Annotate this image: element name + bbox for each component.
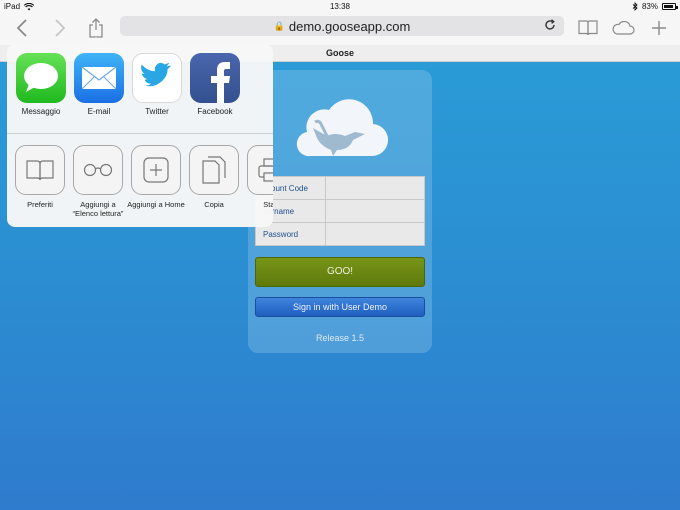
chevron-right-icon [55, 19, 66, 37]
cloud-icon [612, 21, 635, 35]
share-action-label: Aggiungi a Home [127, 200, 185, 209]
share-action-bookmark[interactable]: Preferiti [9, 145, 71, 210]
address-bar[interactable]: 🔒 demo.gooseapp.com [120, 16, 564, 36]
status-bar: iPad 13:38 83% [0, 0, 680, 13]
back-button[interactable] [10, 16, 34, 40]
status-time: 13:38 [329, 2, 351, 11]
tab-title: Goose [325, 48, 354, 58]
print-icon [258, 158, 273, 182]
share-action-label: Copia [204, 200, 224, 209]
act-icon-box [189, 145, 239, 195]
bookmarks-button[interactable] [576, 16, 600, 40]
share-app-label: Twitter [145, 107, 169, 116]
share-action-label: Preferiti [27, 200, 53, 209]
plus-square-icon [143, 157, 169, 183]
password-row: Password [256, 223, 424, 246]
twitter-icon [132, 53, 182, 103]
act-icon-box [247, 145, 273, 195]
password-input[interactable] [325, 223, 426, 246]
password-label: Password [263, 230, 299, 239]
copy-icon [202, 156, 226, 184]
share-action-reading-list[interactable]: Aggiungi a “Elenco lettura” [67, 145, 129, 218]
share-apps-row: Messaggio E-mail Twitter Facebook [7, 44, 273, 134]
share-app-twitter[interactable]: Twitter [128, 53, 186, 116]
share-actions-row: Preferiti Aggiungi a “Elenco lettura” Ag… [7, 135, 273, 227]
account-code-input[interactable] [325, 177, 426, 199]
share-app-mail[interactable]: E-mail [70, 53, 128, 116]
url-text: demo.gooseapp.com [288, 18, 411, 34]
mail-icon [74, 53, 124, 103]
messages-icon [16, 53, 66, 103]
share-action-print[interactable]: Stam [241, 145, 273, 210]
login-panel: ccount Code sername Password GOO! Sign i… [248, 70, 432, 353]
goose-cloud-logo [296, 99, 388, 157]
share-action-label: Stam [263, 200, 273, 209]
lock-icon: 🔒 [273, 20, 285, 31]
bluetooth-icon [632, 2, 638, 11]
share-app-messages[interactable]: Messaggio [12, 53, 70, 116]
act-icon-box [131, 145, 181, 195]
login-form: ccount Code sername Password [255, 176, 425, 246]
share-action-copy[interactable]: Copia [183, 145, 245, 210]
reload-icon [545, 19, 555, 30]
share-icon [89, 18, 103, 38]
release-label: Release 1.5 [315, 333, 365, 343]
reload-button[interactable] [544, 19, 556, 34]
battery-percent: 83% [641, 2, 658, 11]
username-row: sername [256, 200, 424, 223]
book-icon [578, 20, 598, 36]
share-sheet: Messaggio E-mail Twitter Facebook Prefer… [7, 44, 273, 227]
username-input[interactable] [325, 200, 426, 222]
sign-in-demo-button[interactable]: Sign in with User Demo [255, 297, 425, 317]
goo-button[interactable]: GOO! [255, 257, 425, 287]
facebook-icon [190, 53, 240, 103]
forward-button[interactable] [48, 16, 72, 40]
glasses-icon [83, 163, 113, 177]
share-app-label: Messaggio [21, 107, 61, 116]
icloud-tabs-button[interactable] [611, 16, 635, 40]
plus-icon [652, 21, 666, 35]
share-action-label: Aggiungi a “Elenco lettura” [72, 200, 124, 218]
new-tab-button[interactable] [647, 16, 671, 40]
share-app-label: Facebook [197, 107, 233, 116]
share-action-add-home[interactable]: Aggiungi a Home [125, 145, 187, 210]
share-app-facebook[interactable]: Facebook [186, 53, 244, 116]
act-icon-box [73, 145, 123, 195]
share-app-label: E-mail [87, 107, 111, 116]
battery-icon [662, 3, 678, 10]
status-right: 83% [632, 2, 678, 11]
book-icon [26, 160, 54, 181]
chevron-left-icon [16, 19, 27, 37]
act-icon-box [15, 145, 65, 195]
account-code-row: ccount Code [256, 177, 424, 200]
